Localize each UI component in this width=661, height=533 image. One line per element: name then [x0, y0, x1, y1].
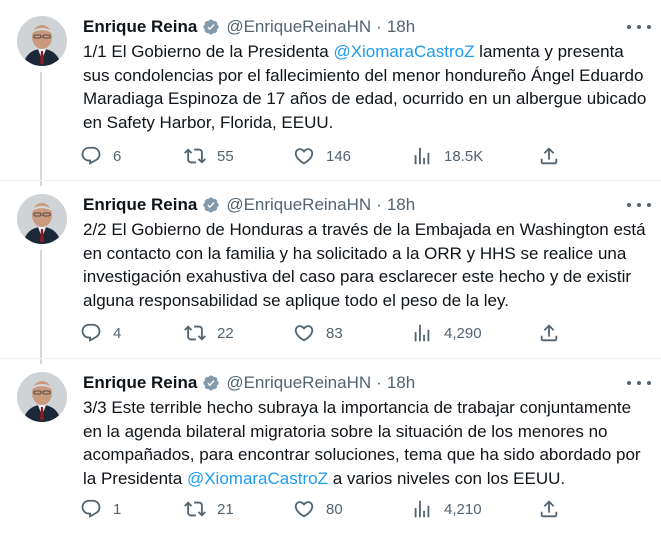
retweet-count: 21 [217, 500, 234, 518]
avatar[interactable] [17, 194, 67, 244]
tweet-divider [0, 180, 661, 181]
verified-badge-icon[interactable] [202, 196, 220, 214]
action-bar: 6 55 146 18.5K [80, 144, 580, 168]
author-name[interactable]: Enrique Reina [83, 17, 197, 37]
retweet-button[interactable]: 21 [184, 497, 234, 521]
retweet-count: 22 [217, 324, 234, 342]
heart-icon [294, 501, 314, 518]
author-handle[interactable]: @EnriqueReinaHN [226, 17, 371, 37]
mention-link[interactable]: @XiomaraCastroZ [187, 469, 328, 488]
more-options-icon[interactable] [627, 198, 651, 212]
reply-icon [81, 499, 101, 518]
reply-count: 1 [113, 500, 122, 518]
share-icon [540, 324, 558, 342]
verified-badge-icon[interactable] [202, 374, 220, 392]
share-icon [540, 147, 558, 165]
like-count: 146 [326, 147, 352, 165]
views-button[interactable]: 4,290 [411, 321, 482, 345]
retweet-icon [184, 325, 206, 341]
separator-dot: · [376, 373, 382, 392]
analytics-icon [414, 324, 430, 342]
reply-button[interactable]: 6 [80, 144, 121, 168]
tweet-text: 2/2 El Gobierno de Honduras a través de … [83, 218, 653, 312]
retweet-icon [184, 148, 206, 164]
action-bar: 1 21 80 4,210 [80, 497, 580, 521]
more-options-icon[interactable] [627, 20, 651, 34]
tweet-divider [0, 358, 661, 359]
timestamp[interactable]: 18h [387, 195, 415, 215]
author-name[interactable]: Enrique Reina [83, 373, 197, 393]
tweet[interactable]: Enrique Reina @EnriqueReinaHN · 18h 3/3 … [0, 372, 661, 532]
share-icon [540, 500, 558, 518]
retweet-button[interactable]: 55 [184, 144, 234, 168]
reply-icon [81, 323, 101, 342]
views-count: 4,210 [444, 500, 482, 518]
more-options-icon[interactable] [627, 376, 651, 390]
tweet-header: Enrique Reina @EnriqueReinaHN · 18h [83, 16, 415, 38]
text-segment: 1/1 El Gobierno de la Presidenta [83, 42, 334, 61]
author-handle[interactable]: @EnriqueReinaHN [226, 373, 371, 393]
like-count: 83 [326, 324, 343, 342]
separator-dot: · [376, 195, 382, 214]
views-count: 4,290 [444, 324, 482, 342]
timestamp[interactable]: 18h [387, 373, 415, 393]
reply-button[interactable]: 1 [80, 497, 121, 521]
action-bar: 4 22 83 4,290 [80, 321, 580, 345]
tweet[interactable]: Enrique Reina @EnriqueReinaHN · 18h 1/1 … [0, 16, 661, 176]
share-button[interactable] [538, 497, 560, 521]
avatar[interactable] [17, 372, 67, 422]
author-handle[interactable]: @EnriqueReinaHN [226, 195, 371, 215]
text-segment: 2/2 El Gobierno de Honduras a través de … [83, 220, 646, 310]
tweet[interactable]: Enrique Reina @EnriqueReinaHN · 18h 2/2 … [0, 194, 661, 354]
author-name[interactable]: Enrique Reina [83, 195, 197, 215]
retweet-count: 55 [217, 147, 234, 165]
reply-icon [81, 146, 101, 165]
share-button[interactable] [538, 321, 560, 345]
retweet-icon [184, 501, 206, 517]
heart-icon [294, 325, 314, 342]
reply-count: 4 [113, 324, 122, 342]
like-button[interactable]: 146 [293, 144, 351, 168]
timestamp[interactable]: 18h [387, 17, 415, 37]
share-button[interactable] [538, 144, 560, 168]
retweet-button[interactable]: 22 [184, 321, 234, 345]
avatar[interactable] [17, 16, 67, 66]
like-button[interactable]: 83 [293, 321, 343, 345]
separator-dot: · [376, 17, 382, 36]
tweet-text: 1/1 El Gobierno de la Presidenta @Xiomar… [83, 40, 653, 134]
like-button[interactable]: 80 [293, 497, 343, 521]
reply-button[interactable]: 4 [80, 321, 121, 345]
views-button[interactable]: 4,210 [411, 497, 482, 521]
mention-link[interactable]: @XiomaraCastroZ [333, 42, 474, 61]
tweet-header: Enrique Reina @EnriqueReinaHN · 18h [83, 372, 415, 394]
verified-badge-icon[interactable] [202, 18, 220, 36]
views-count: 18.5K [444, 147, 484, 165]
analytics-icon [414, 147, 430, 165]
views-button[interactable]: 18.5K [411, 144, 483, 168]
reply-count: 6 [113, 147, 122, 165]
heart-icon [294, 148, 314, 165]
like-count: 80 [326, 500, 343, 518]
tweet-text: 3/3 Este terrible hecho subraya la impor… [83, 396, 653, 490]
text-segment: a varios niveles con los EEUU. [327, 468, 566, 488]
tweet-header: Enrique Reina @EnriqueReinaHN · 18h [83, 194, 415, 216]
analytics-icon [414, 500, 430, 518]
